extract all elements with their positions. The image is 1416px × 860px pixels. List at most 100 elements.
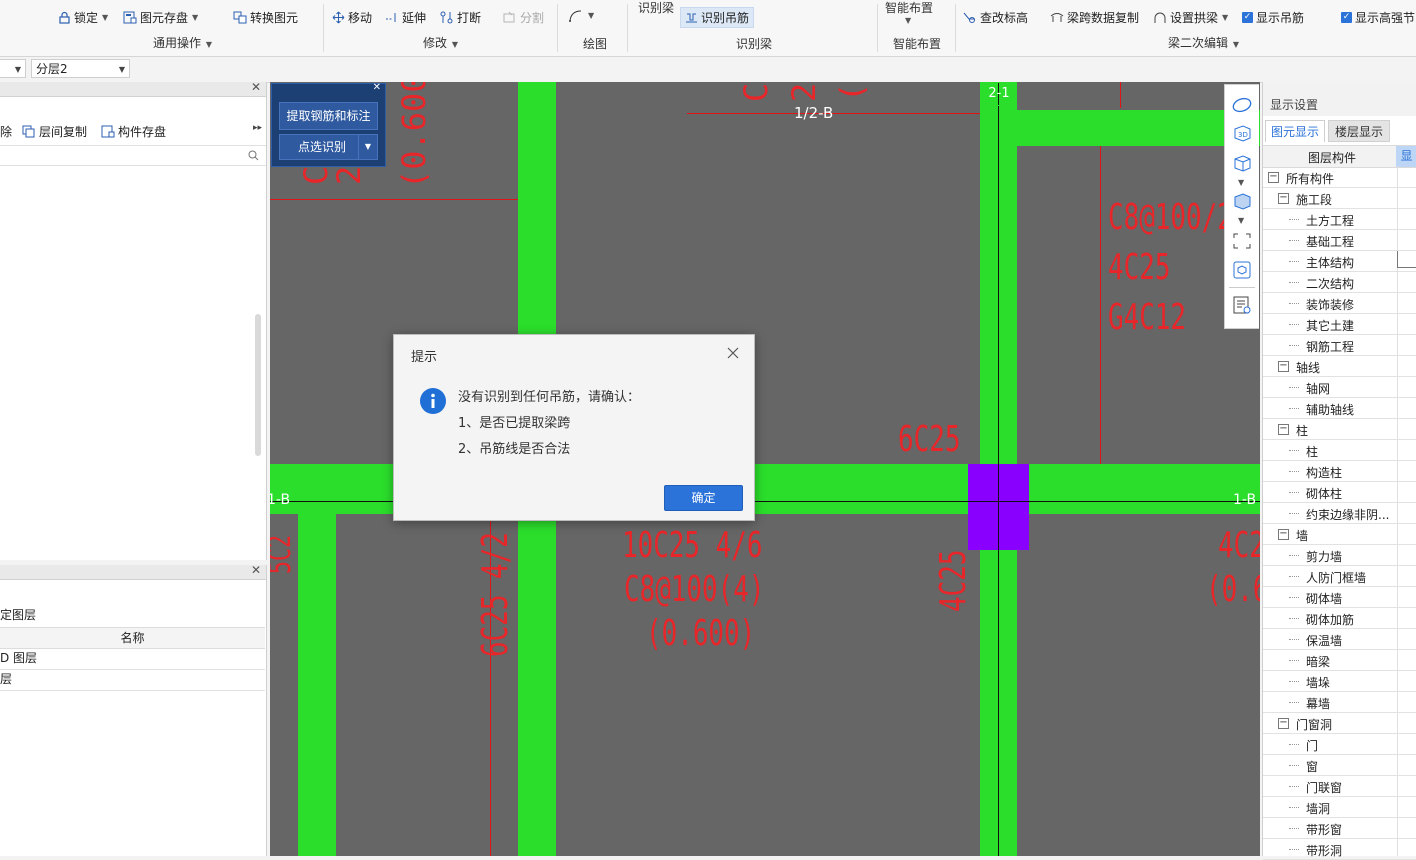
collapse-toggle-icon[interactable]: − xyxy=(1278,529,1289,540)
tree-item[interactable]: 主体结构 xyxy=(1263,251,1416,272)
tab-element-display[interactable]: 图元显示 xyxy=(1265,120,1325,142)
recognize-hanger-button[interactable]: 识别吊筋 xyxy=(680,7,755,28)
tree-item[interactable]: 幕墙 xyxy=(1263,692,1416,713)
tree-item[interactable]: 墙垛 xyxy=(1263,671,1416,692)
search-input[interactable] xyxy=(0,145,266,166)
beam-vertical[interactable] xyxy=(298,514,336,856)
close-icon[interactable] xyxy=(727,347,739,359)
tree-item[interactable]: 墙洞 xyxy=(1263,797,1416,818)
tree-item[interactable]: 基础工程 xyxy=(1263,230,1416,251)
change-elevation-button[interactable]: 查改标高 xyxy=(963,9,1028,26)
tree-item[interactable]: 轴网 xyxy=(1263,377,1416,398)
floor-copy-button[interactable]: 层间复制 xyxy=(22,123,87,140)
tree-item[interactable]: 柱 xyxy=(1263,440,1416,461)
table-row[interactable]: D 图层 xyxy=(0,648,265,670)
tree-item[interactable]: − 墙 xyxy=(1263,524,1416,545)
scrollbar-thumb[interactable] xyxy=(255,314,261,456)
cube-view-icon[interactable] xyxy=(1231,153,1253,173)
collapse-toggle-icon[interactable]: − xyxy=(1268,172,1279,183)
tree-item[interactable]: 装饰装修 xyxy=(1263,293,1416,314)
general-ops-group-label[interactable]: 通用操作 ▼ xyxy=(153,34,212,51)
fixed-layer-label[interactable]: 定图层 xyxy=(0,606,36,623)
smart-layout-button[interactable]: 智能布置 xyxy=(885,0,933,16)
close-icon[interactable]: ✕ xyxy=(251,563,261,577)
tree-item-label: 暗梁 xyxy=(1306,655,1331,669)
split-button[interactable]: 分割 xyxy=(503,9,544,26)
tree-item[interactable]: 约束边缘非阴... xyxy=(1263,503,1416,524)
collapse-toggle-icon[interactable]: − xyxy=(1278,361,1289,372)
extract-rebar-button[interactable]: 提取钢筋和标注 xyxy=(279,102,378,130)
chevron-down-icon: ▼ xyxy=(102,13,109,22)
orbit-icon[interactable] xyxy=(1231,95,1253,115)
delete-button[interactable]: 除 xyxy=(0,123,12,140)
tree-item[interactable]: 带形窗 xyxy=(1263,818,1416,839)
layer-select[interactable]: 分层2 ▼ xyxy=(31,59,130,78)
rebar-label: 4C25 xyxy=(1108,247,1171,288)
tree-item[interactable]: 门 xyxy=(1263,734,1416,755)
save-element-button[interactable]: 图元存盘 ▼ xyxy=(123,9,198,26)
chevron-down-icon[interactable]: ▼ xyxy=(1238,216,1244,225)
collapse-toggle-icon[interactable]: − xyxy=(1278,718,1289,729)
recognize-beam-button[interactable]: 识别梁 xyxy=(638,0,674,16)
tree-item[interactable]: 土方工程 xyxy=(1263,209,1416,230)
collapse-toggle-icon[interactable]: − xyxy=(1278,424,1289,435)
arc-draw-button[interactable]: ▼ xyxy=(568,9,594,22)
chevron-down-icon[interactable]: ▼ xyxy=(358,135,377,159)
ribbon-divider xyxy=(557,4,558,52)
tree-item[interactable]: − 施工段 xyxy=(1263,188,1416,209)
tree-guide-line xyxy=(1289,786,1299,788)
tree-item[interactable]: − 柱 xyxy=(1263,419,1416,440)
close-icon[interactable]: ✕ xyxy=(251,80,261,94)
tree-guide-line xyxy=(1289,261,1299,263)
tree-item[interactable]: 人防门框墙 xyxy=(1263,566,1416,587)
tree-item[interactable]: − 门窗洞 xyxy=(1263,713,1416,734)
beam-secondary-edit-group-label[interactable]: 梁二次编辑 ▼ xyxy=(1168,34,1239,51)
tree-item[interactable]: 钢筋工程 xyxy=(1263,335,1416,356)
tree-item[interactable]: 其它土建 xyxy=(1263,314,1416,335)
tree-item[interactable]: 暗梁 xyxy=(1263,650,1416,671)
tree-item[interactable]: 构造柱 xyxy=(1263,461,1416,482)
tree-item[interactable]: 窗 xyxy=(1263,755,1416,776)
view-toolbar: 3D ▼ ▼ xyxy=(1224,84,1259,329)
tree-item[interactable]: − 轴线 xyxy=(1263,356,1416,377)
tree-item[interactable]: 二次结构 xyxy=(1263,272,1416,293)
solid-cube-icon[interactable] xyxy=(1231,191,1253,211)
more-tools-icon[interactable]: ▸▸ xyxy=(253,123,262,133)
view-box-icon[interactable] xyxy=(1231,260,1253,280)
show-hanger-checkbox[interactable]: ✓ 显示吊筋 xyxy=(1242,9,1304,26)
tree-item[interactable]: 剪力墙 xyxy=(1263,545,1416,566)
break-button[interactable]: 打断 xyxy=(440,9,481,26)
tab-floor-display[interactable]: 楼层显示 xyxy=(1328,120,1390,142)
show-high-strength-checkbox[interactable]: ✓ 显示高强节 xyxy=(1341,9,1415,26)
display-list-icon[interactable] xyxy=(1231,295,1253,315)
collapse-toggle-icon[interactable]: − xyxy=(1278,193,1289,204)
convert-element-button[interactable]: 转换图元 xyxy=(233,9,298,26)
tree-item[interactable]: − 所有构件 xyxy=(1263,167,1416,188)
set-arch-beam-button[interactable]: 设置拱梁 ▼ xyxy=(1153,9,1228,26)
fullscreen-icon[interactable] xyxy=(1231,231,1253,251)
chevron-down-icon[interactable]: ▼ xyxy=(905,16,911,25)
tree-item[interactable]: 砌体加筋 xyxy=(1263,608,1416,629)
ok-button[interactable]: 确定 xyxy=(664,485,743,511)
pick-recognize-button[interactable]: 点选识别 ▼ xyxy=(279,134,378,160)
tree-item[interactable]: 辅助轴线 xyxy=(1263,398,1416,419)
3d-view-icon[interactable]: 3D xyxy=(1231,123,1253,143)
tree-item[interactable]: 门联窗 xyxy=(1263,776,1416,797)
close-icon[interactable]: ✕ xyxy=(373,82,381,93)
tree-item[interactable]: 砌体柱 xyxy=(1263,482,1416,503)
elevation-icon xyxy=(963,12,975,23)
tree-item[interactable]: 保温墙 xyxy=(1263,629,1416,650)
extend-button[interactable]: 延伸 xyxy=(385,9,426,26)
ribbon-divider xyxy=(877,4,878,52)
tree-item[interactable]: 砌体墙 xyxy=(1263,587,1416,608)
copy-span-data-button[interactable]: 梁跨数据复制 xyxy=(1050,9,1139,26)
ribbon-divider xyxy=(627,4,628,52)
component-save-button[interactable]: 构件存盘 xyxy=(101,123,166,140)
floor-select[interactable]: ▼ xyxy=(0,59,26,78)
modify-group-label[interactable]: 修改 ▼ xyxy=(423,34,458,51)
chevron-down-icon[interactable]: ▼ xyxy=(1238,178,1244,187)
lock-button[interactable]: 锁定 ▼ xyxy=(58,9,108,26)
move-button[interactable]: 移动 xyxy=(332,9,372,26)
table-row[interactable]: 层 xyxy=(0,669,265,691)
tree-item[interactable]: 带形洞 xyxy=(1263,839,1416,860)
